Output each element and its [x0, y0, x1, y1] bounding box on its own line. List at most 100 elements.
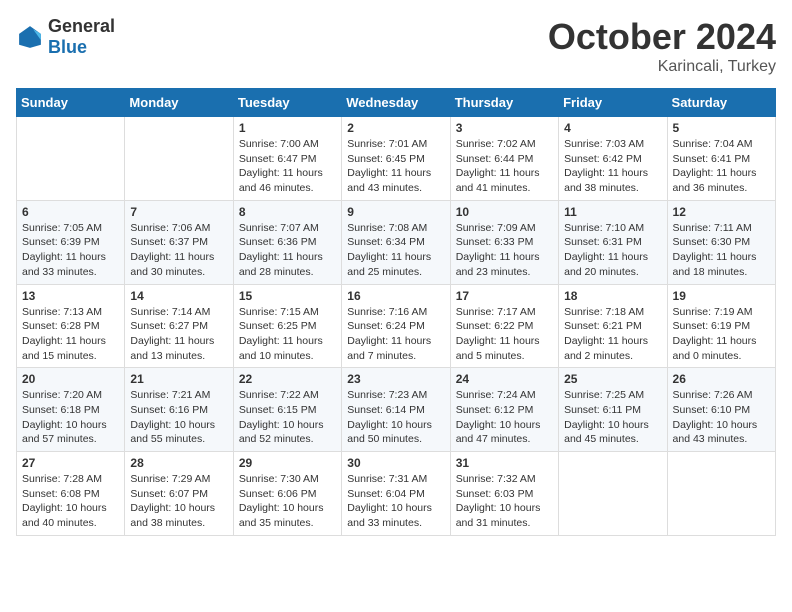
- day-detail: Sunrise: 7:06 AMSunset: 6:37 PMDaylight:…: [130, 221, 227, 280]
- day-detail: Sunrise: 7:21 AMSunset: 6:16 PMDaylight:…: [130, 388, 227, 447]
- day-detail: Sunrise: 7:11 AMSunset: 6:30 PMDaylight:…: [673, 221, 770, 280]
- calendar-cell: 11Sunrise: 7:10 AMSunset: 6:31 PMDayligh…: [559, 200, 667, 284]
- day-detail: Sunrise: 7:31 AMSunset: 6:04 PMDaylight:…: [347, 472, 444, 531]
- day-number: 8: [239, 205, 336, 219]
- calendar-cell: 21 Sunrise: 7:21 AMSunset: 6:16 PMDayligh…: [125, 368, 233, 452]
- calendar-cell: 13Sunrise: 7:13 AMSunset: 6:28 PMDayligh…: [17, 284, 125, 368]
- calendar-week-row: 13Sunrise: 7:13 AMSunset: 6:28 PMDayligh…: [17, 284, 776, 368]
- calendar-week-row: 20Sunrise: 7:20 AMSunset: 6:18 PMDayligh…: [17, 368, 776, 452]
- logo-blue-text: Blue: [48, 37, 87, 57]
- day-number: 31: [456, 456, 553, 470]
- day-detail: Sunrise: 7:25 AMSunset: 6:11 PMDaylight:…: [564, 388, 661, 447]
- day-detail: Sunrise: 7:18 AMSunset: 6:21 PMDaylight:…: [564, 305, 661, 364]
- day-detail: Sunrise: 7:28 AMSunset: 6:08 PMDaylight:…: [22, 472, 119, 531]
- calendar-cell: 24 Sunrise: 7:24 AMSunset: 6:12 PMDayligh…: [450, 368, 558, 452]
- day-number: 25: [564, 372, 661, 386]
- day-detail: Sunrise: 7:08 AMSunset: 6:34 PMDaylight:…: [347, 221, 444, 280]
- calendar-cell: 8 Sunrise: 7:07 AMSunset: 6:36 PMDaylight…: [233, 200, 341, 284]
- calendar-cell: 7 Sunrise: 7:06 AMSunset: 6:37 PMDaylight…: [125, 200, 233, 284]
- calendar-cell: [667, 452, 775, 536]
- day-number: 15: [239, 289, 336, 303]
- calendar-cell: [559, 452, 667, 536]
- day-detail: Sunrise: 7:01 AMSunset: 6:45 PMDaylight:…: [347, 137, 444, 196]
- day-detail: Sunrise: 7:15 AMSunset: 6:25 PMDaylight:…: [239, 305, 336, 364]
- day-number: 4: [564, 121, 661, 135]
- calendar-cell: 3 Sunrise: 7:02 AMSunset: 6:44 PMDaylight…: [450, 117, 558, 201]
- location-text: Karincali, Turkey: [548, 58, 776, 76]
- day-number: 2: [347, 121, 444, 135]
- calendar-cell: 31 Sunrise: 7:32 AMSunset: 6:03 PMDayligh…: [450, 452, 558, 536]
- calendar-cell: 20Sunrise: 7:20 AMSunset: 6:18 PMDayligh…: [17, 368, 125, 452]
- calendar-cell: 27 Sunrise: 7:28 AMSunset: 6:08 PMDayligh…: [17, 452, 125, 536]
- weekday-header: Tuesday: [233, 89, 341, 117]
- calendar-cell: 30Sunrise: 7:31 AMSunset: 6:04 PMDayligh…: [342, 452, 450, 536]
- day-number: 10: [456, 205, 553, 219]
- day-number: 23: [347, 372, 444, 386]
- calendar-cell: 14Sunrise: 7:14 AMSunset: 6:27 PMDayligh…: [125, 284, 233, 368]
- day-number: 9: [347, 205, 444, 219]
- calendar-cell: 29Sunrise: 7:30 AMSunset: 6:06 PMDayligh…: [233, 452, 341, 536]
- calendar-cell: 25 Sunrise: 7:25 AMSunset: 6:11 PMDayligh…: [559, 368, 667, 452]
- day-number: 19: [673, 289, 770, 303]
- calendar-cell: 23Sunrise: 7:23 AMSunset: 6:14 PMDayligh…: [342, 368, 450, 452]
- calendar-cell: 26 Sunrise: 7:26 AMSunset: 6:10 PMDayligh…: [667, 368, 775, 452]
- calendar-cell: 18 Sunrise: 7:18 AMSunset: 6:21 PMDayligh…: [559, 284, 667, 368]
- calendar-cell: [125, 117, 233, 201]
- weekday-header: Saturday: [667, 89, 775, 117]
- day-number: 22: [239, 372, 336, 386]
- day-number: 17: [456, 289, 553, 303]
- weekday-header: Wednesday: [342, 89, 450, 117]
- day-number: 28: [130, 456, 227, 470]
- day-number: 13: [22, 289, 119, 303]
- day-detail: Sunrise: 7:22 AMSunset: 6:15 PMDaylight:…: [239, 388, 336, 447]
- day-detail: Sunrise: 7:05 AMSunset: 6:39 PMDaylight:…: [22, 221, 119, 280]
- calendar-cell: 2 Sunrise: 7:01 AMSunset: 6:45 PMDaylight…: [342, 117, 450, 201]
- day-detail: Sunrise: 7:09 AMSunset: 6:33 PMDaylight:…: [456, 221, 553, 280]
- day-detail: Sunrise: 7:24 AMSunset: 6:12 PMDaylight:…: [456, 388, 553, 447]
- weekday-header: Friday: [559, 89, 667, 117]
- day-number: 27: [22, 456, 119, 470]
- day-detail: Sunrise: 7:32 AMSunset: 6:03 PMDaylight:…: [456, 472, 553, 531]
- day-number: 21: [130, 372, 227, 386]
- day-number: 24: [456, 372, 553, 386]
- calendar-cell: 6 Sunrise: 7:05 AMSunset: 6:39 PMDaylight…: [17, 200, 125, 284]
- weekday-header-row: SundayMondayTuesdayWednesdayThursdayFrid…: [17, 89, 776, 117]
- page-header: General Blue October 2024 Karincali, Tur…: [16, 16, 776, 76]
- weekday-header: Monday: [125, 89, 233, 117]
- calendar-cell: 17 Sunrise: 7:17 AMSunset: 6:22 PMDayligh…: [450, 284, 558, 368]
- month-title: October 2024: [548, 16, 776, 58]
- calendar-cell: 22 Sunrise: 7:22 AMSunset: 6:15 PMDayligh…: [233, 368, 341, 452]
- day-number: 12: [673, 205, 770, 219]
- day-number: 18: [564, 289, 661, 303]
- day-number: 11: [564, 205, 661, 219]
- day-number: 5: [673, 121, 770, 135]
- weekday-header: Sunday: [17, 89, 125, 117]
- day-detail: Sunrise: 7:02 AMSunset: 6:44 PMDaylight:…: [456, 137, 553, 196]
- day-detail: Sunrise: 7:07 AMSunset: 6:36 PMDaylight:…: [239, 221, 336, 280]
- day-number: 3: [456, 121, 553, 135]
- logo: General Blue: [16, 16, 115, 58]
- calendar-cell: 5Sunrise: 7:04 AMSunset: 6:41 PMDaylight…: [667, 117, 775, 201]
- calendar-cell: 16Sunrise: 7:16 AMSunset: 6:24 PMDayligh…: [342, 284, 450, 368]
- day-detail: Sunrise: 7:19 AMSunset: 6:19 PMDaylight:…: [673, 305, 770, 364]
- day-detail: Sunrise: 7:26 AMSunset: 6:10 PMDaylight:…: [673, 388, 770, 447]
- calendar-cell: 10 Sunrise: 7:09 AMSunset: 6:33 PMDayligh…: [450, 200, 558, 284]
- day-detail: Sunrise: 7:00 AMSunset: 6:47 PMDaylight:…: [239, 137, 336, 196]
- day-number: 6: [22, 205, 119, 219]
- logo-icon: [16, 23, 44, 51]
- calendar-cell: 28Sunrise: 7:29 AMSunset: 6:07 PMDayligh…: [125, 452, 233, 536]
- day-number: 16: [347, 289, 444, 303]
- day-detail: Sunrise: 7:17 AMSunset: 6:22 PMDaylight:…: [456, 305, 553, 364]
- day-number: 7: [130, 205, 227, 219]
- calendar-cell: 4 Sunrise: 7:03 AMSunset: 6:42 PMDaylight…: [559, 117, 667, 201]
- calendar-week-row: 1 Sunrise: 7:00 AMSunset: 6:47 PMDaylight…: [17, 117, 776, 201]
- day-number: 1: [239, 121, 336, 135]
- calendar-cell: 1 Sunrise: 7:00 AMSunset: 6:47 PMDaylight…: [233, 117, 341, 201]
- calendar-cell: 19 Sunrise: 7:19 AMSunset: 6:19 PMDayligh…: [667, 284, 775, 368]
- calendar-cell: [17, 117, 125, 201]
- day-number: 29: [239, 456, 336, 470]
- calendar-table: SundayMondayTuesdayWednesdayThursdayFrid…: [16, 88, 776, 536]
- day-number: 26: [673, 372, 770, 386]
- logo-general-text: General: [48, 16, 115, 36]
- day-detail: Sunrise: 7:03 AMSunset: 6:42 PMDaylight:…: [564, 137, 661, 196]
